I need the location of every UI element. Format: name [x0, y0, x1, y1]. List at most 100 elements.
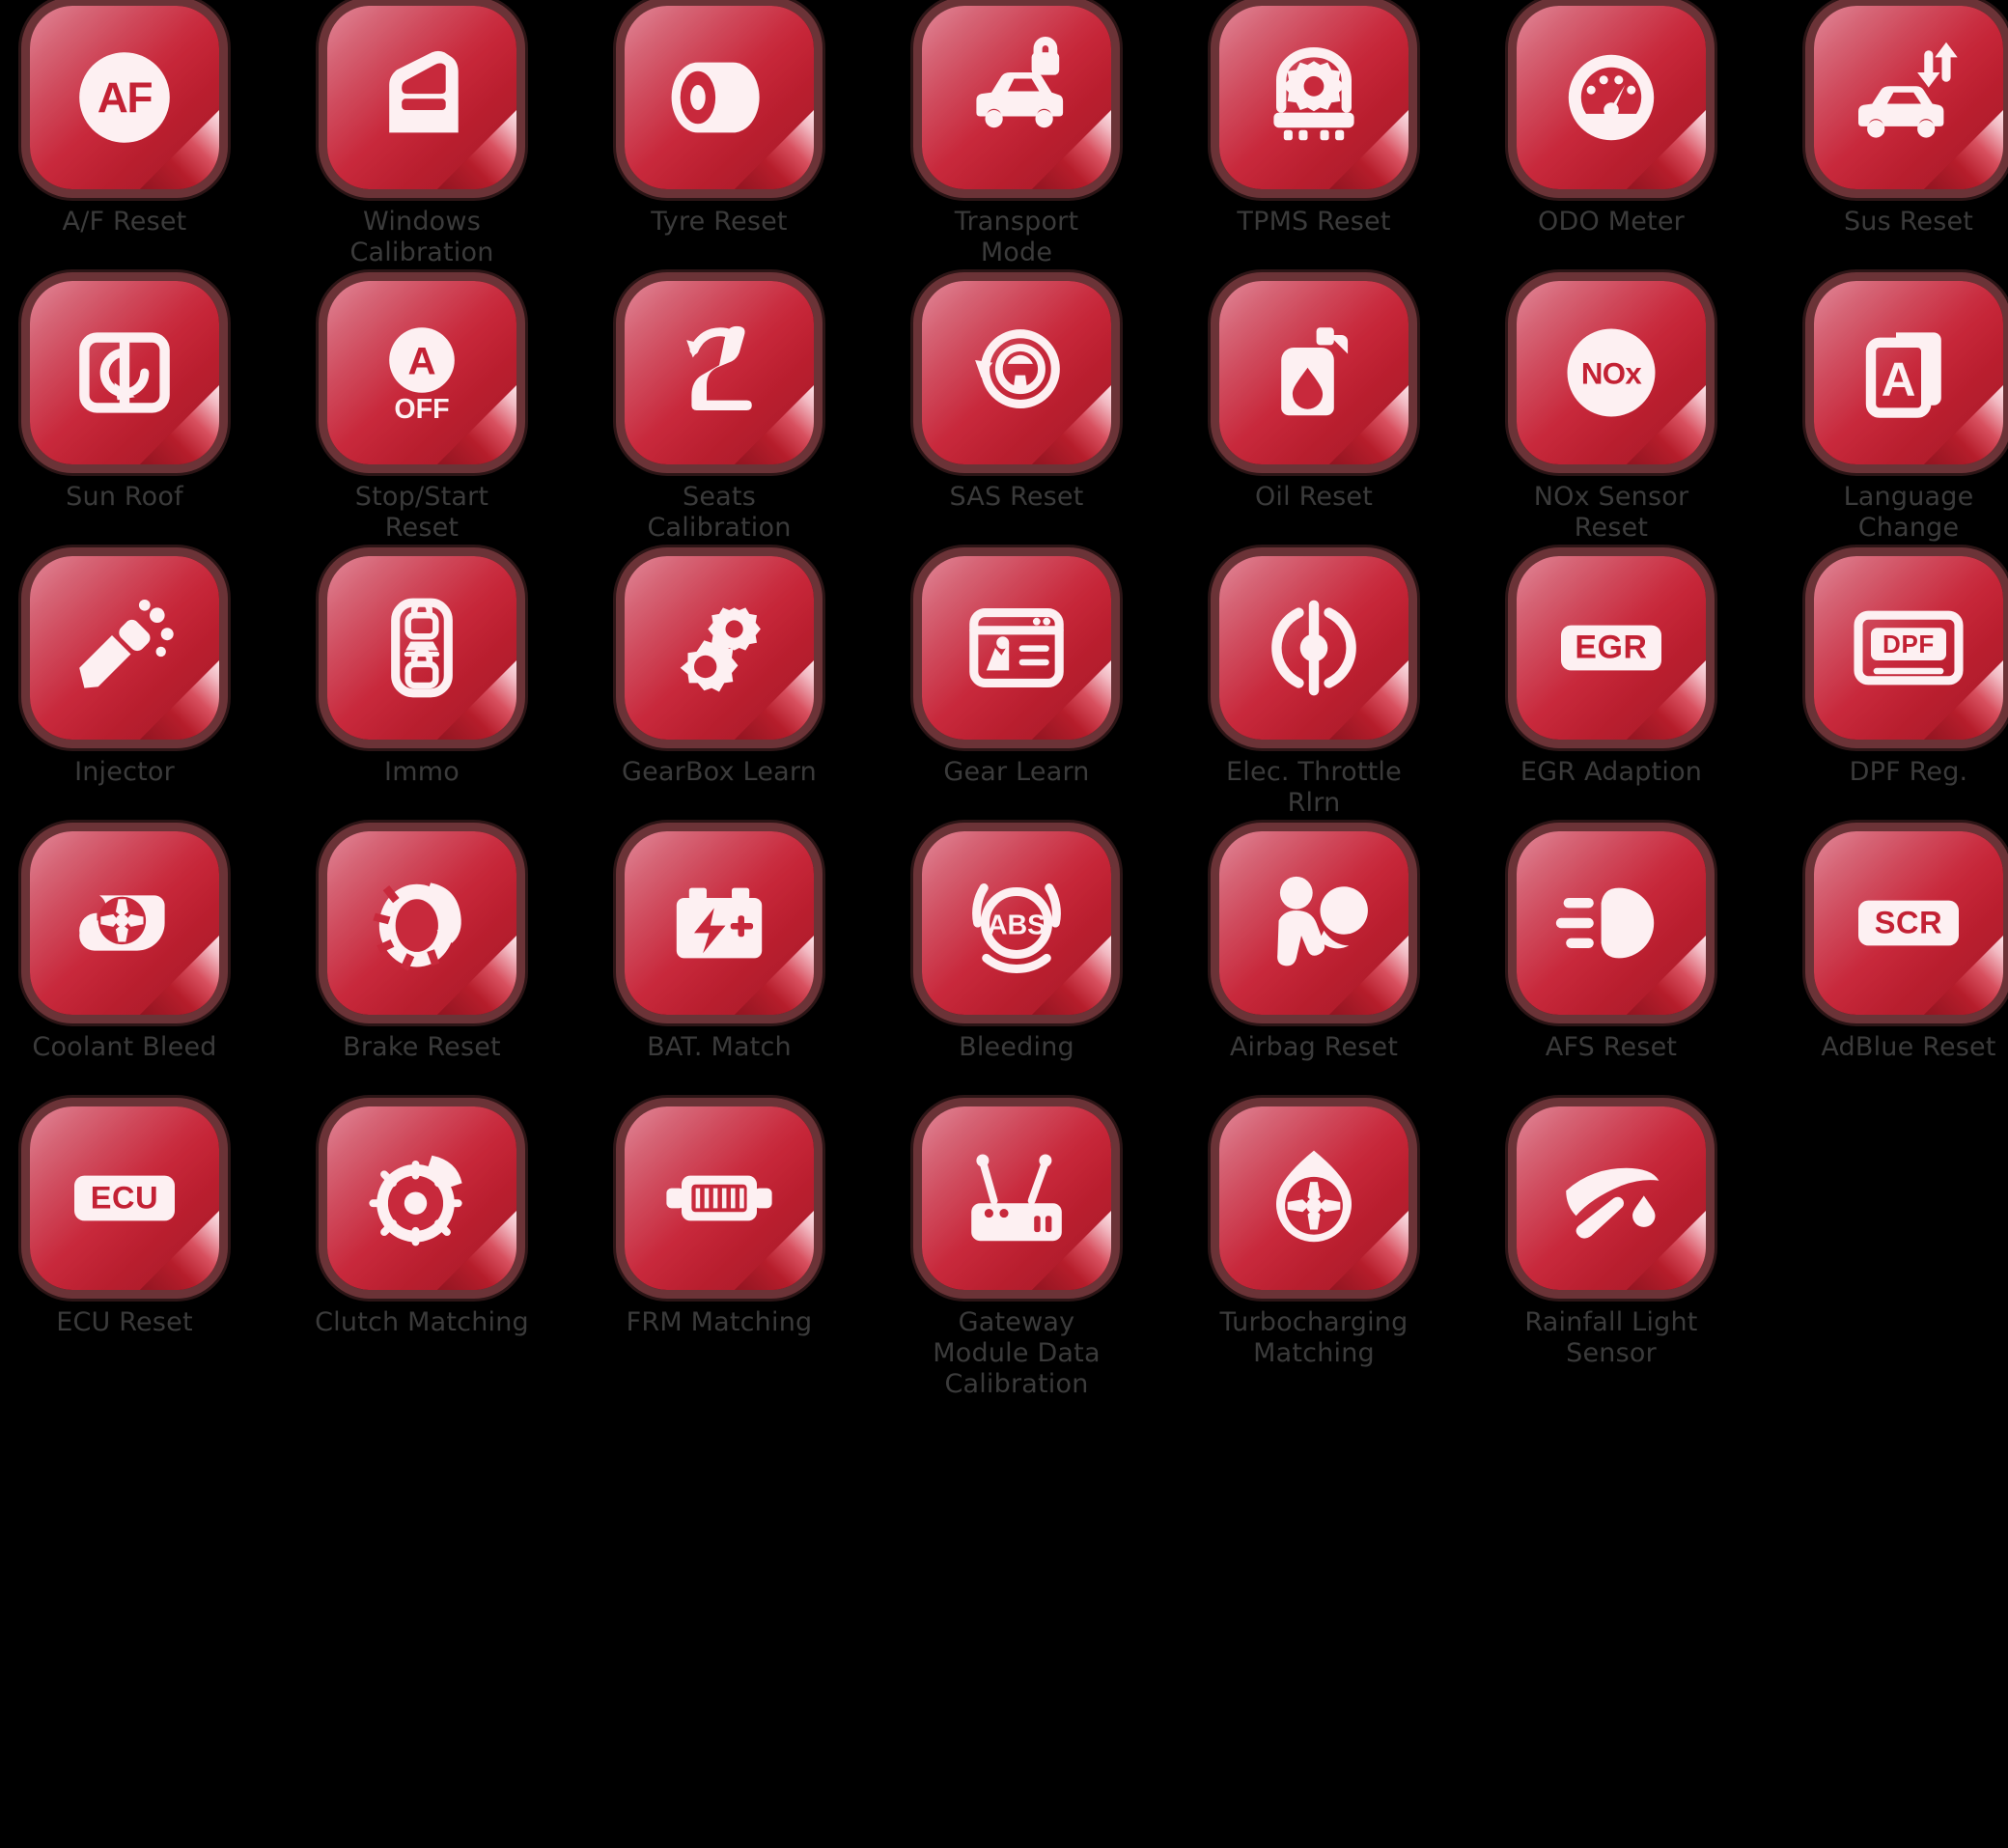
car-key-fob-icon: [359, 585, 485, 711]
service-tile-label: Airbag Reset: [1229, 1032, 1399, 1062]
service-tile-button[interactable]: A: [1814, 281, 2003, 464]
service-tile-button[interactable]: [625, 281, 814, 464]
service-tile-button[interactable]: [922, 556, 1111, 740]
service-tile-cell[interactable]: Airbag Reset: [1203, 831, 1425, 1106]
service-tile-cell[interactable]: Clutch Matching: [311, 1106, 533, 1382]
service-tile-cell[interactable]: EGR EGR Adaption: [1500, 556, 1722, 831]
service-tile-cell[interactable]: A Language Change: [1798, 281, 2008, 556]
service-tile-label: Gear Learn: [943, 757, 1090, 787]
service-tile-cell[interactable]: Gear Learn: [906, 556, 1128, 831]
service-tile-cell[interactable]: Transport Mode: [906, 6, 1128, 281]
service-tile-button[interactable]: [1219, 6, 1408, 189]
service-tile-button[interactable]: [30, 556, 219, 740]
car-seat-rotate-icon: [656, 310, 782, 435]
service-tile-label: Rainfall Light Sensor: [1524, 1307, 1698, 1368]
service-tile-cell[interactable]: ECU ECU Reset: [14, 1106, 236, 1382]
service-tile-label: Transport Mode: [954, 207, 1079, 267]
service-tile-label: Gateway Module Data Calibration: [933, 1307, 1101, 1399]
service-tile-cell[interactable]: Elec. Throttle Rlrn: [1203, 556, 1425, 831]
service-tile-cell[interactable]: SAS Reset: [906, 281, 1128, 556]
service-tile-cell[interactable]: Gateway Module Data Calibration: [906, 1106, 1128, 1399]
service-tile-cell[interactable]: Rainfall Light Sensor: [1500, 1106, 1722, 1382]
service-tile-button[interactable]: [327, 831, 516, 1015]
service-tile-button[interactable]: [625, 831, 814, 1015]
headlamp-beam-icon: [1548, 860, 1674, 986]
service-tile-button[interactable]: EGR: [1517, 556, 1706, 740]
service-tile-label: Seats Calibration: [647, 482, 792, 543]
service-tile-label: Oil Reset: [1254, 482, 1374, 512]
service-tile-button[interactable]: [30, 281, 219, 464]
service-tile-cell[interactable]: Turbocharging Matching: [1203, 1106, 1425, 1382]
svg-text:NOx: NOx: [1581, 357, 1642, 391]
service-tile-cell[interactable]: Oil Reset: [1203, 281, 1425, 556]
service-tile-button[interactable]: [625, 6, 814, 189]
service-tile-button[interactable]: [1219, 831, 1408, 1015]
service-tile-cell[interactable]: Injector: [14, 556, 236, 831]
service-tile-label: Injector: [74, 757, 175, 787]
service-tile-button[interactable]: AF: [30, 6, 219, 189]
service-tile-button[interactable]: [327, 6, 516, 189]
car-lock-icon: [954, 35, 1079, 160]
tyre-icon: [656, 35, 782, 160]
service-tile-button[interactable]: [327, 556, 516, 740]
service-tile-button[interactable]: [1517, 831, 1706, 1015]
service-tile-cell[interactable]: Sun Roof: [14, 281, 236, 556]
service-tile-label: Stop/Start Reset: [354, 482, 489, 543]
svg-text:AF: AF: [98, 75, 153, 123]
service-tile-cell[interactable]: Sus Reset: [1798, 6, 2008, 281]
service-tile-cell[interactable]: AF A/F Reset: [14, 6, 236, 281]
language-a-pages-icon: A: [1846, 310, 1971, 435]
service-tile-button[interactable]: [922, 281, 1111, 464]
service-tile-button[interactable]: [1219, 281, 1408, 464]
service-tile-button[interactable]: [1219, 1106, 1408, 1290]
service-tile-cell[interactable]: TPMS Reset: [1203, 6, 1425, 281]
service-tile-button[interactable]: [30, 831, 219, 1015]
service-tile-button[interactable]: [327, 1106, 516, 1290]
service-tile-cell[interactable]: FRM Matching: [608, 1106, 830, 1382]
service-tile-cell[interactable]: ABS Bleeding: [906, 831, 1128, 1106]
svg-text:A: A: [1882, 352, 1916, 406]
svg-text:A: A: [407, 339, 435, 382]
service-tile-cell[interactable]: Tyre Reset: [608, 6, 830, 281]
battery-icon: [656, 860, 782, 986]
service-tile-cell[interactable]: ODO Meter: [1500, 6, 1722, 281]
service-tile-label: Bleeding: [959, 1032, 1074, 1062]
service-tile-button[interactable]: DPF: [1814, 556, 2003, 740]
service-tile-button[interactable]: [625, 556, 814, 740]
service-tile-cell[interactable]: Brake Reset: [311, 831, 533, 1106]
service-tile-cell[interactable]: BAT. Match: [608, 831, 830, 1106]
service-tile-button[interactable]: [1517, 6, 1706, 189]
service-tile-button[interactable]: [922, 6, 1111, 189]
service-tile-button[interactable]: ABS: [922, 831, 1111, 1015]
service-tile-cell[interactable]: SCR AdBlue Reset: [1798, 831, 2008, 1106]
odometer-gauge-icon: [1548, 35, 1674, 160]
service-tile-cell[interactable]: DPF DPF Reg.: [1798, 556, 2008, 831]
service-tile-button[interactable]: [1814, 6, 2003, 189]
oil-can-icon: [1251, 310, 1377, 435]
service-tile-button[interactable]: A OFF: [327, 281, 516, 464]
service-tile-cell[interactable]: GearBox Learn: [608, 556, 830, 831]
egr-badge-icon: EGR: [1548, 585, 1674, 711]
service-tile-button[interactable]: [625, 1106, 814, 1290]
service-tile-cell[interactable]: Seats Calibration: [608, 281, 830, 556]
service-tile-button[interactable]: [1219, 556, 1408, 740]
service-tile-button[interactable]: SCR: [1814, 831, 2003, 1015]
service-tile-cell[interactable]: NOx NOx Sensor Reset: [1500, 281, 1722, 556]
service-tile-button[interactable]: ECU: [30, 1106, 219, 1290]
service-function-grid: AF A/F Reset Windows Calibration Tyre Res…: [0, 0, 2008, 1848]
service-tile-button[interactable]: [922, 1106, 1111, 1290]
fuel-injector-icon: [62, 585, 187, 711]
service-tile-button[interactable]: [1517, 1106, 1706, 1290]
rain-light-sensor-icon: [1548, 1135, 1674, 1261]
service-tile-cell[interactable]: AFS Reset: [1500, 831, 1722, 1106]
brake-disc-caliper-icon: [359, 860, 485, 986]
abs-badge-icon: ABS: [954, 860, 1079, 986]
service-tile-label: FRM Matching: [626, 1307, 813, 1337]
airbag-occupant-icon: [1251, 860, 1377, 986]
service-tile-cell[interactable]: A OFF Stop/Start Reset: [311, 281, 533, 556]
service-tile-button[interactable]: NOx: [1517, 281, 1706, 464]
service-tile-cell[interactable]: Immo: [311, 556, 533, 831]
service-tile-cell[interactable]: Coolant Bleed: [14, 831, 236, 1106]
steering-angle-sensor-icon: [954, 310, 1079, 435]
service-tile-cell[interactable]: Windows Calibration: [311, 6, 533, 281]
